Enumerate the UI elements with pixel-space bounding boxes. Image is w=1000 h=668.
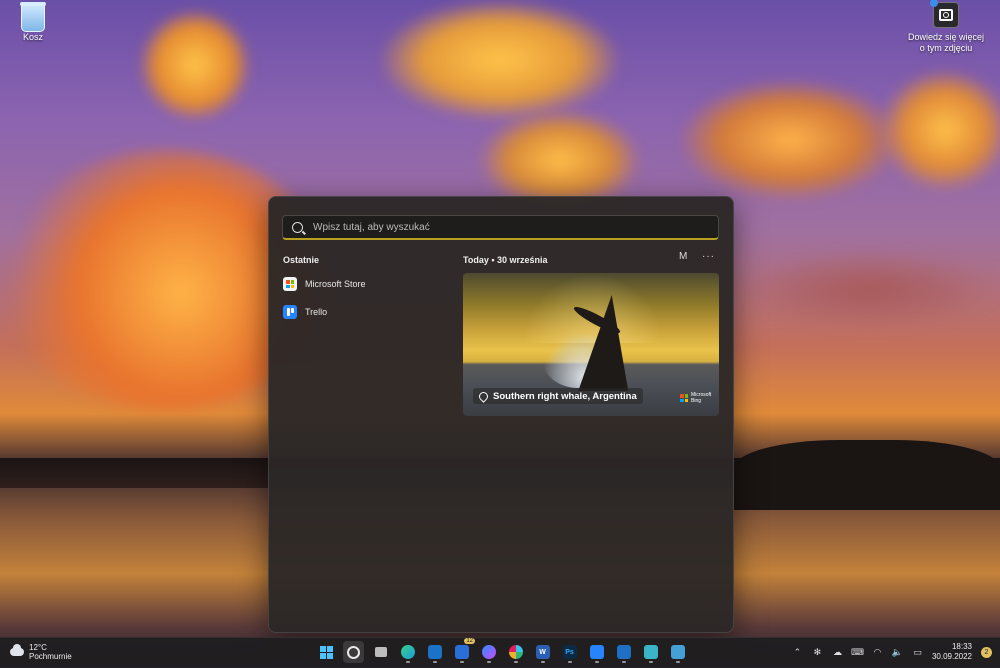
taskbar-search-button[interactable] — [343, 641, 364, 663]
bing-badge-text: Microsoft Bing — [691, 392, 712, 404]
weather-condition: Pochmurnie — [29, 652, 72, 661]
microsoft-logo-icon — [680, 394, 688, 402]
taskbar-app-messenger[interactable] — [478, 641, 499, 663]
taskbar-app-slack[interactable] — [505, 641, 526, 663]
volume-icon[interactable]: 🔈 — [892, 647, 903, 657]
spotlight-badge-icon — [930, 0, 938, 7]
taskbar-app-trello[interactable] — [586, 641, 607, 663]
taskbar: 12°C Pochmurnie 12 W Ps ⌃ ✻ ☁ ⌨ ◠ 🔈 ▭ 18… — [0, 637, 1000, 668]
recent-item-label: Microsoft Store — [305, 279, 366, 289]
more-options-button[interactable]: ··· — [702, 251, 715, 262]
today-title: Today • 30 września — [463, 255, 548, 265]
microsoft-store-icon — [283, 277, 297, 291]
taskbar-app-badge[interactable]: 12 — [451, 638, 475, 663]
weather-temperature: 12°C — [29, 643, 47, 652]
recycle-bin-label: Kosz — [22, 32, 43, 42]
highlight-card[interactable]: Southern right whale, Argentina Microsof… — [463, 273, 719, 416]
notification-badge[interactable]: 2 — [981, 646, 992, 658]
taskbar-app-outlook[interactable] — [613, 641, 634, 663]
trello-icon — [589, 645, 604, 659]
search-input[interactable] — [311, 220, 718, 234]
card-caption-text: Southern right whale, Argentina — [493, 390, 637, 402]
word-icon: W — [535, 645, 550, 659]
recycle-bin-shortcut[interactable]: Kosz — [14, 2, 52, 42]
location-pin-icon — [477, 389, 490, 403]
recycle-bin-icon — [20, 2, 46, 32]
spotlight-label: Dowiedz się więcej o tym zdjęciu — [907, 32, 985, 53]
weather-widget[interactable]: 12°C Pochmurnie — [10, 643, 72, 661]
outlook-icon — [616, 645, 631, 659]
taskbar-app-snip[interactable] — [667, 641, 688, 663]
start-button[interactable] — [316, 641, 337, 663]
mail-icon — [427, 645, 442, 659]
recent-item-trello[interactable]: Trello — [283, 301, 443, 323]
search-icon — [292, 221, 303, 233]
recent-item-microsoft-store[interactable]: Microsoft Store — [283, 273, 443, 295]
settings-gear-icon[interactable]: ✻ — [812, 647, 823, 657]
task-view-button[interactable] — [370, 641, 391, 663]
windows-logo-icon — [320, 645, 333, 659]
recent-section-title: Ostatnie — [283, 255, 320, 265]
cloud-icon — [10, 644, 24, 656]
onedrive-cloud-icon[interactable]: ☁ — [832, 647, 843, 657]
clock[interactable]: 18:33 30.09.2022 — [932, 642, 972, 662]
taskbar-app-edge[interactable] — [397, 641, 418, 663]
bing-badge: Microsoft Bing — [680, 392, 712, 404]
taskbar-app-mail[interactable] — [424, 641, 445, 663]
app-tile-icon — [454, 645, 469, 659]
search-panel: Ostatnie Microsoft Store Trello Today • … — [268, 196, 734, 633]
card-caption: Southern right whale, Argentina — [473, 388, 643, 404]
camera-icon — [930, 0, 959, 28]
photoshop-icon: Ps — [562, 645, 577, 659]
taskbar-app-word[interactable]: W — [532, 641, 553, 663]
wifi-icon[interactable]: ◠ — [872, 647, 883, 657]
spotlight-info-shortcut[interactable]: Dowiedz się więcej o tym zdjęciu — [906, 0, 986, 54]
snipping-icon — [670, 645, 685, 659]
slack-icon — [508, 645, 523, 659]
keyboard-icon[interactable]: ⌨ — [851, 647, 864, 657]
files-icon — [643, 645, 658, 659]
taskbar-app-photoshop[interactable]: Ps — [559, 641, 580, 663]
search-icon — [347, 645, 360, 659]
taskbar-app-files[interactable] — [640, 641, 661, 663]
clock-date: 30.09.2022 — [931, 652, 972, 661]
edge-icon — [400, 645, 415, 659]
trello-icon — [283, 305, 297, 319]
battery-icon[interactable]: ▭ — [912, 647, 923, 657]
account-avatar-button[interactable]: M — [679, 251, 687, 262]
recent-item-label: Trello — [305, 307, 328, 317]
app-badge-count: 12 — [464, 638, 475, 644]
search-box[interactable] — [282, 215, 719, 240]
chevron-up-icon[interactable]: ⌃ — [792, 647, 803, 657]
messenger-icon — [481, 645, 496, 659]
system-tray: ⌃ ✻ ☁ ⌨ ◠ 🔈 ▭ 18:33 30.09.2022 2 — [792, 642, 992, 662]
clock-time: 18:33 — [951, 642, 972, 651]
taskbar-apps: 12 W Ps — [316, 638, 688, 663]
task-view-icon — [374, 647, 387, 657]
